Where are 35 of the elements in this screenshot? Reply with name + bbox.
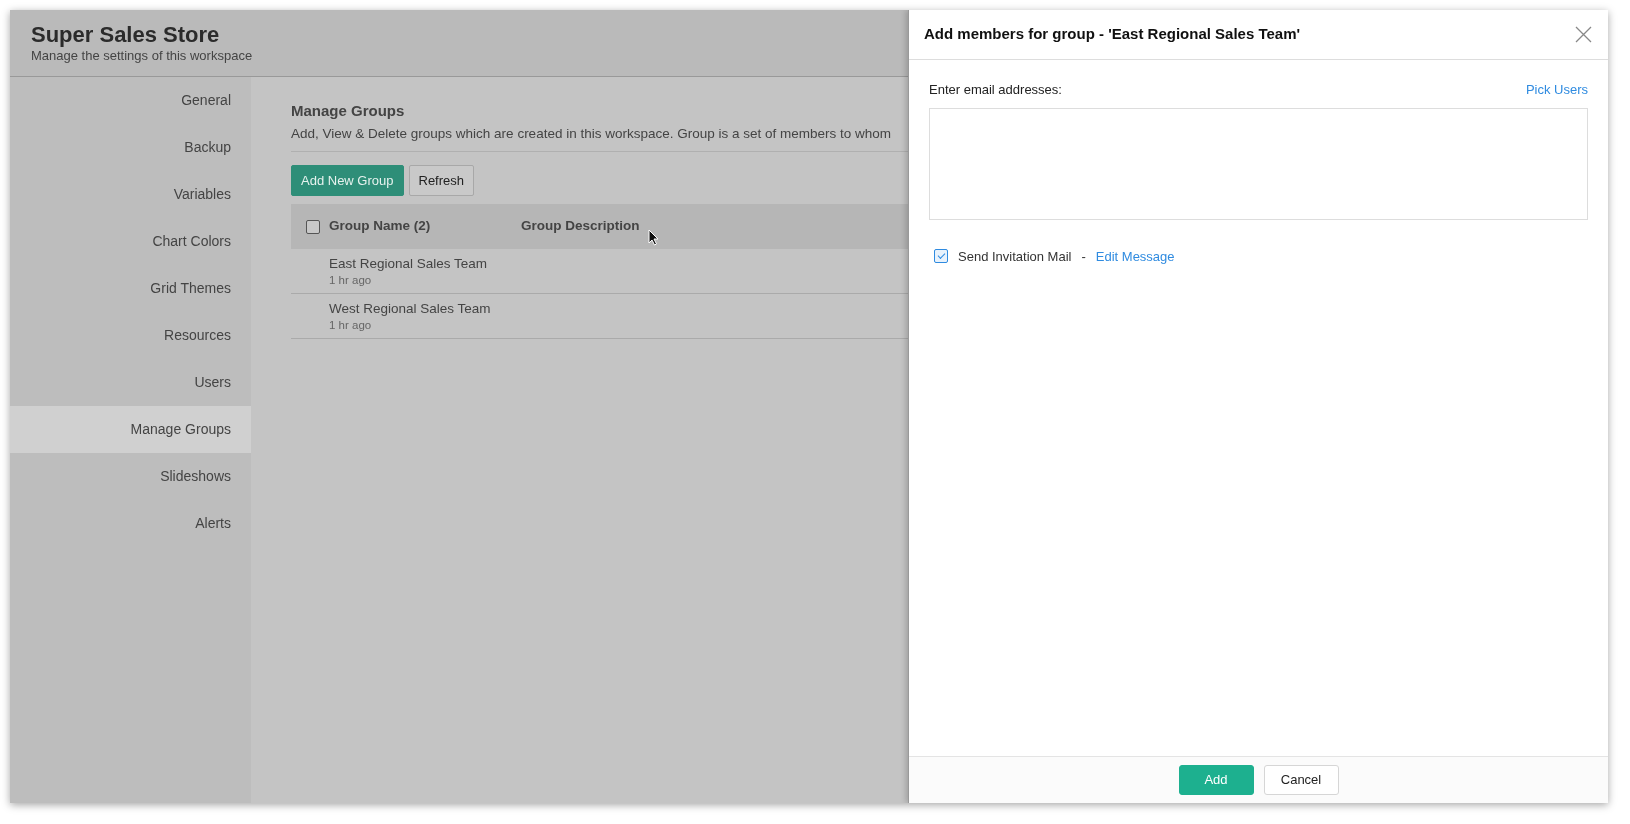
edit-message-link[interactable]: Edit Message xyxy=(1095,246,1175,266)
add-group-button[interactable]: Add New Group xyxy=(291,165,404,196)
sidebar-item[interactable]: Backup xyxy=(10,124,251,171)
email-label: Enter email addresses: xyxy=(929,81,1062,99)
sidebar-item[interactable]: General xyxy=(10,77,251,124)
section-description: Add, View & Delete groups which are created in this workspace. Group is a set of members to whom xyxy=(291,126,892,141)
select-all-checkbox[interactable] xyxy=(306,219,320,234)
separator-dash: - xyxy=(1081,247,1086,266)
sidebar-item[interactable]: Resources xyxy=(10,312,251,359)
email-input-field[interactable] xyxy=(929,107,1588,220)
dialog-title: Add members for group - 'East Regional Sales Team' xyxy=(924,24,1301,45)
column-header: Group Name (2) xyxy=(329,217,432,236)
column-header: Group Description xyxy=(521,217,640,236)
sidebar-item[interactable]: Users xyxy=(10,359,251,406)
group-time: 1 hr ago xyxy=(329,272,372,288)
workspace-title: Super Sales Store xyxy=(31,22,220,48)
mouse-pointer-icon xyxy=(647,229,659,246)
send-invitation-checkbox[interactable] xyxy=(934,249,948,264)
sidebar-item[interactable]: Manage Groups xyxy=(10,406,251,453)
group-name[interactable]: West Regional Sales Team xyxy=(329,299,491,318)
sidebar-item[interactable]: Grid Themes xyxy=(10,265,251,312)
sidebar-item[interactable]: Variables xyxy=(10,171,251,218)
send-invitation-label: Send Invitation Mail xyxy=(958,247,1072,266)
workspace-subtitle: Manage the settings of this workspace xyxy=(31,48,253,64)
section-title: Manage Groups xyxy=(291,101,406,121)
group-name[interactable]: East Regional Sales Team xyxy=(329,254,488,273)
group-time: 1 hr ago xyxy=(329,317,372,333)
cancel-button[interactable]: Cancel xyxy=(1263,765,1339,795)
sidebar-item[interactable]: Chart Colors xyxy=(10,218,251,265)
pick-users-link[interactable]: Pick Users xyxy=(1525,80,1588,100)
close-icon[interactable] xyxy=(1575,26,1592,43)
refresh-button[interactable]: Refresh xyxy=(408,165,475,196)
sidebar-item[interactable]: Alerts xyxy=(10,500,251,547)
sidebar-item[interactable]: Slideshows xyxy=(10,453,251,500)
add-button[interactable]: Add xyxy=(1178,765,1254,795)
